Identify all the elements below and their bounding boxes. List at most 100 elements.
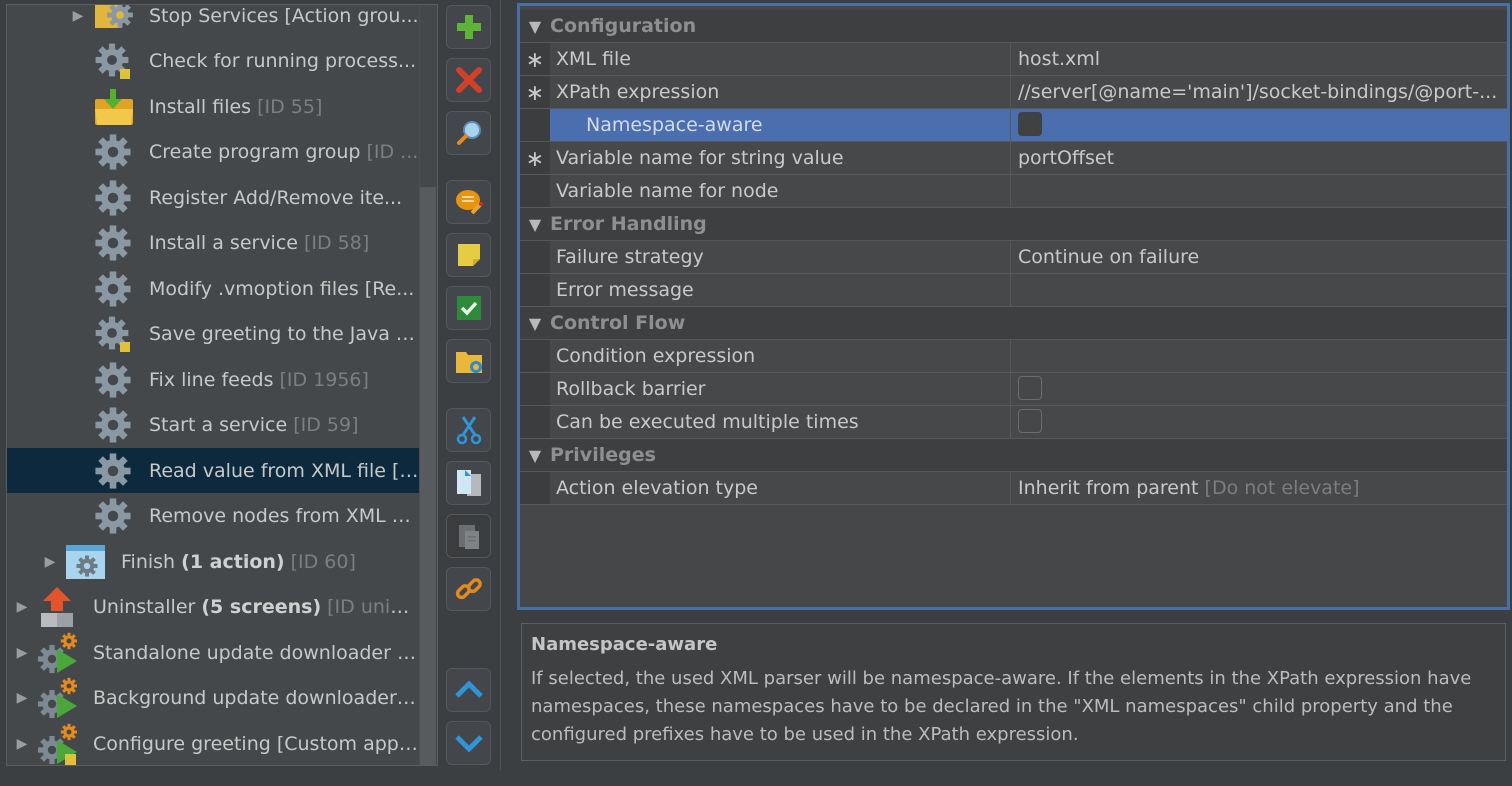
property-row[interactable]: Condition expression	[520, 340, 1507, 373]
tree-item[interactable]: ▶ Standalone update downloader [...	[7, 630, 419, 675]
expand-arrow-icon[interactable]: ▶	[15, 736, 29, 752]
tree-item[interactable]: Modify .vmoption files [Re...	[7, 266, 419, 311]
cut-button[interactable]	[446, 408, 491, 452]
tree-item[interactable]: ▶ Finish (1 action) [ID 60]	[7, 539, 419, 584]
property-value[interactable]	[1011, 109, 1507, 141]
property-name: Can be executed multiple times	[550, 406, 1011, 438]
tree-scrollbar[interactable]	[419, 5, 437, 765]
tree-item[interactable]: Register Add/Remove ite...	[7, 175, 419, 220]
property-value[interactable]	[1011, 373, 1507, 405]
property-row[interactable]: Can be executed multiple times	[520, 406, 1507, 439]
expand-arrow-icon[interactable]: ▶	[15, 645, 29, 661]
tree-item-text: Uninstaller	[93, 596, 196, 618]
copy-button[interactable]	[446, 461, 491, 505]
check-button[interactable]	[446, 286, 491, 330]
property-checkbox[interactable]	[1018, 376, 1042, 400]
property-value[interactable]	[1011, 406, 1507, 438]
folder-button[interactable]	[446, 339, 491, 383]
move-up-button[interactable]	[446, 668, 491, 712]
property-row[interactable]: Error message	[520, 274, 1507, 307]
property-checkbox[interactable]	[1018, 112, 1042, 136]
link-button[interactable]	[446, 567, 491, 611]
search-button[interactable]	[446, 111, 491, 155]
add-button[interactable]	[446, 5, 491, 49]
tree-item[interactable]: ▶ Background update downloader [...	[7, 676, 419, 721]
move-down-button[interactable]	[446, 721, 491, 765]
property-category[interactable]: ▼ Configuration	[520, 10, 1507, 43]
tree-item[interactable]: ▶ Stop Services [Action grou...	[7, 5, 419, 38]
property-value[interactable]: portOffset	[1011, 142, 1507, 174]
expand-arrow-icon[interactable]: ▶	[15, 599, 29, 615]
action-tree[interactable]: ▶ Stop Services [Action grou... Check for …	[6, 4, 438, 766]
tree-item[interactable]: Check for running process...	[7, 39, 419, 84]
row-gutter	[520, 274, 550, 306]
expand-arrow-icon[interactable]: ▶	[43, 554, 57, 570]
property-category[interactable]: ▼ Control Flow	[520, 307, 1507, 340]
row-gutter	[520, 340, 550, 372]
tree-item[interactable]: Create program group [ID ...	[7, 130, 419, 175]
screen-gear-icon	[65, 542, 105, 582]
property-value[interactable]	[1011, 340, 1507, 372]
property-row[interactable]: Rollback barrier	[520, 373, 1507, 406]
tree-item-label: Fix line feeds [ID 1956]	[149, 369, 369, 391]
comment-button[interactable]	[446, 180, 491, 224]
tree-item-text: Standalone update downloader [...	[93, 641, 419, 664]
property-value[interactable]	[1011, 175, 1507, 207]
property-value[interactable]: Continue on failure	[1011, 241, 1507, 273]
tree-item[interactable]: Save greeting to the Java p...	[7, 312, 419, 357]
note-button[interactable]	[446, 233, 491, 277]
property-name: XPath expression	[550, 76, 1011, 108]
property-checkbox[interactable]	[1018, 409, 1042, 433]
tree-item[interactable]: Install a service [ID 58]	[7, 221, 419, 266]
property-row[interactable]: Variable name for node	[520, 175, 1507, 208]
property-sheet[interactable]: ▼ Configuration ∗ XML file host.xml ∗ XPath ex…	[517, 3, 1510, 610]
property-name: Variable name for node	[550, 175, 1011, 207]
tree-item-text: Save greeting to the Java p...	[149, 323, 419, 345]
expand-arrow-icon[interactable]: ▶	[15, 690, 29, 706]
expand-arrow-icon[interactable]: ▶	[71, 8, 85, 24]
tree-item[interactable]: ▶ Uninstaller (5 screens)[ID uninst...	[7, 585, 419, 630]
property-value[interactable]	[1011, 274, 1507, 306]
collapse-triangle-icon[interactable]: ▼	[520, 446, 550, 465]
property-row[interactable]: ∗ XPath expression //server[@name='main']/…	[520, 76, 1507, 109]
property-row[interactable]: Failure strategy Continue on failure	[520, 241, 1507, 274]
property-value[interactable]: Inherit from parent [Do not elevate]	[1011, 472, 1507, 504]
tree-item-label: Create program group [ID ...	[149, 141, 418, 163]
gear-icon	[93, 496, 133, 536]
chevron-down-icon	[454, 733, 484, 753]
property-name: Namespace-aware	[550, 109, 1011, 141]
tree-item[interactable]: ▶ Configure greeting [Custom appli...	[7, 721, 419, 765]
property-name: Action elevation type	[550, 472, 1011, 504]
tree-item[interactable]: Fix line feeds [ID 1956]	[7, 357, 419, 402]
paste-button[interactable]	[446, 514, 491, 558]
tree-item[interactable]: Read value from XML file [I...	[7, 448, 419, 493]
tree-item-label: Finish (1 action) [ID 60]	[121, 551, 356, 573]
tree-item[interactable]: Install files [ID 55]	[7, 84, 419, 129]
tree-item-label: Start a service [ID 59]	[149, 414, 358, 436]
property-value[interactable]: host.xml	[1011, 43, 1507, 75]
tree-item[interactable]: Start a service [ID 59]	[7, 403, 419, 448]
tree-item-text: Modify .vmoption files [Re...	[149, 277, 415, 300]
collapse-triangle-icon[interactable]: ▼	[520, 215, 550, 234]
collapse-triangle-icon[interactable]: ▼	[520, 17, 550, 36]
property-row[interactable]: Action elevation type Inherit from parent…	[520, 472, 1507, 505]
uninstaller-icon	[37, 587, 77, 627]
tree-scrollbar-thumb[interactable]	[420, 187, 436, 765]
magnifier-icon	[455, 119, 483, 147]
property-row[interactable]: ∗ XML file host.xml	[520, 43, 1507, 76]
property-name: Error message	[550, 274, 1011, 306]
property-row[interactable]: ∗ Variable name for string value portOffse…	[520, 142, 1507, 175]
category-title: Configuration	[550, 15, 697, 37]
tree-item[interactable]: Remove nodes from XML fi...	[7, 494, 419, 539]
property-category[interactable]: ▼ Error Handling	[520, 208, 1507, 241]
x-icon	[455, 66, 483, 94]
gear-icon	[93, 269, 133, 309]
scissors-icon	[455, 415, 483, 445]
property-value[interactable]: //server[@name='main']/socket-bindings/@…	[1011, 76, 1507, 108]
collapse-triangle-icon[interactable]: ▼	[520, 314, 550, 333]
delete-button[interactable]	[446, 58, 491, 102]
tree-item-id: [ID ...	[366, 141, 419, 163]
property-row[interactable]: Namespace-aware	[520, 109, 1507, 142]
property-category[interactable]: ▼ Privileges	[520, 439, 1507, 472]
tree-item-label: Remove nodes from XML fi...	[149, 505, 419, 527]
